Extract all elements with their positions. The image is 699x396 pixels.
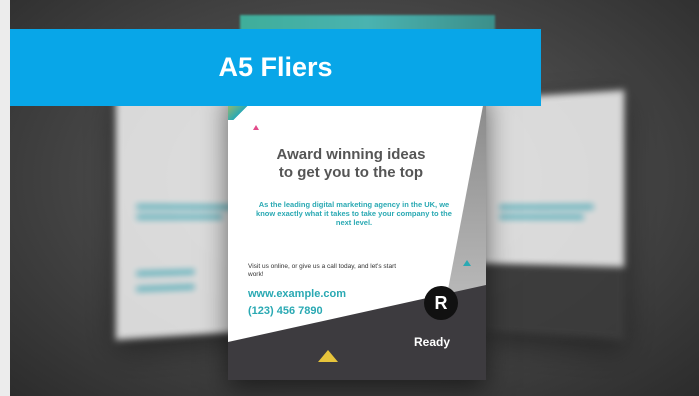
title-banner: A5 Fliers <box>10 29 541 106</box>
flier-tagline: As the leading digital marketing agency … <box>256 200 452 227</box>
right-blurred-flier <box>481 90 625 340</box>
banner-title: A5 Fliers <box>218 52 333 82</box>
confetti-icon <box>318 350 338 362</box>
confetti-icon <box>253 125 259 130</box>
brand-logo-icon: R <box>424 286 458 320</box>
flier-headline: Award winning ideas to get you to the to… <box>276 146 426 181</box>
brand-name: Ready <box>414 335 451 349</box>
flier-front: Award winning ideas to get you to the to… <box>228 90 486 380</box>
flier-phone: (123) 456 7890 <box>248 305 323 317</box>
confetti-icon <box>463 260 471 266</box>
flier-website: www.example.com <box>248 288 347 300</box>
flier-visit-text: Visit us online, or give us a call today… <box>248 263 397 278</box>
